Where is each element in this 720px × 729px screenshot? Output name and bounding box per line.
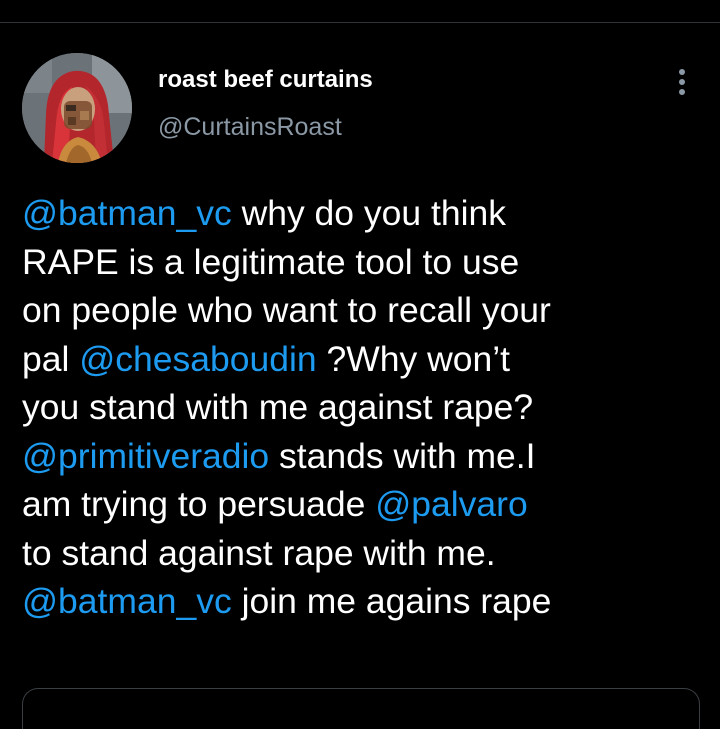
tweet-text-line: @batman_vc join me agains rape (22, 577, 702, 626)
tweet-text-line: @primitiveradio stands with me.I (22, 432, 702, 481)
tweet-text-line: @batman_vc why do you think (22, 189, 702, 238)
handle[interactable]: @CurtainsRoast (158, 111, 342, 143)
avatar-image (22, 53, 132, 163)
mention-link[interactable]: @batman_vc (22, 581, 232, 621)
tweet-text-segment: ?Why won’t (316, 338, 510, 379)
top-divider (0, 0, 720, 23)
tweet-text-line: to stand against rape with me. (22, 529, 702, 578)
more-options-button[interactable] (664, 61, 700, 101)
tweet-text-line: pal @chesaboudin ?Why won’t (22, 335, 702, 384)
mention-link[interactable]: @primitiveradio (22, 436, 269, 476)
tweet[interactable]: roast beef curtains @CurtainsRoast @batm… (0, 23, 720, 723)
tweet-text-segment: stands with me.I (269, 435, 536, 476)
tweet-text-segment: am trying to persuade (22, 484, 376, 524)
tweet-text-segment: you stand with me against rape? (22, 387, 534, 427)
tweet-text: @batman_vc why do you think RAPE is a leg… (22, 189, 702, 626)
tweet-text-line: RAPE is a legitimate tool to use (22, 238, 702, 287)
tweet-text-segment: to stand against rape with me. (22, 532, 496, 573)
tweet-text-segment: pal (22, 338, 80, 379)
mention-link[interactable]: @batman_vc (22, 193, 232, 233)
mention-link[interactable]: @palvaro (375, 484, 527, 524)
tweet-text-segment: on people who want to recall your (22, 290, 551, 330)
tweet-text-segment: RAPE is a legitimate tool to use (22, 241, 520, 282)
tweet-text-segment: why do you think (231, 193, 506, 233)
tweet-text-line: am trying to persuade @palvaro (22, 480, 702, 529)
tweet-text-line: you stand with me against rape? (22, 383, 702, 432)
tweet-text-line: on people who want to recall your (22, 286, 702, 335)
avatar[interactable] (22, 53, 132, 163)
tweet-text-segment: join me agains rape (231, 581, 552, 621)
display-name[interactable]: roast beef curtains (158, 65, 373, 95)
mention-link[interactable]: @chesaboudin (79, 339, 316, 379)
